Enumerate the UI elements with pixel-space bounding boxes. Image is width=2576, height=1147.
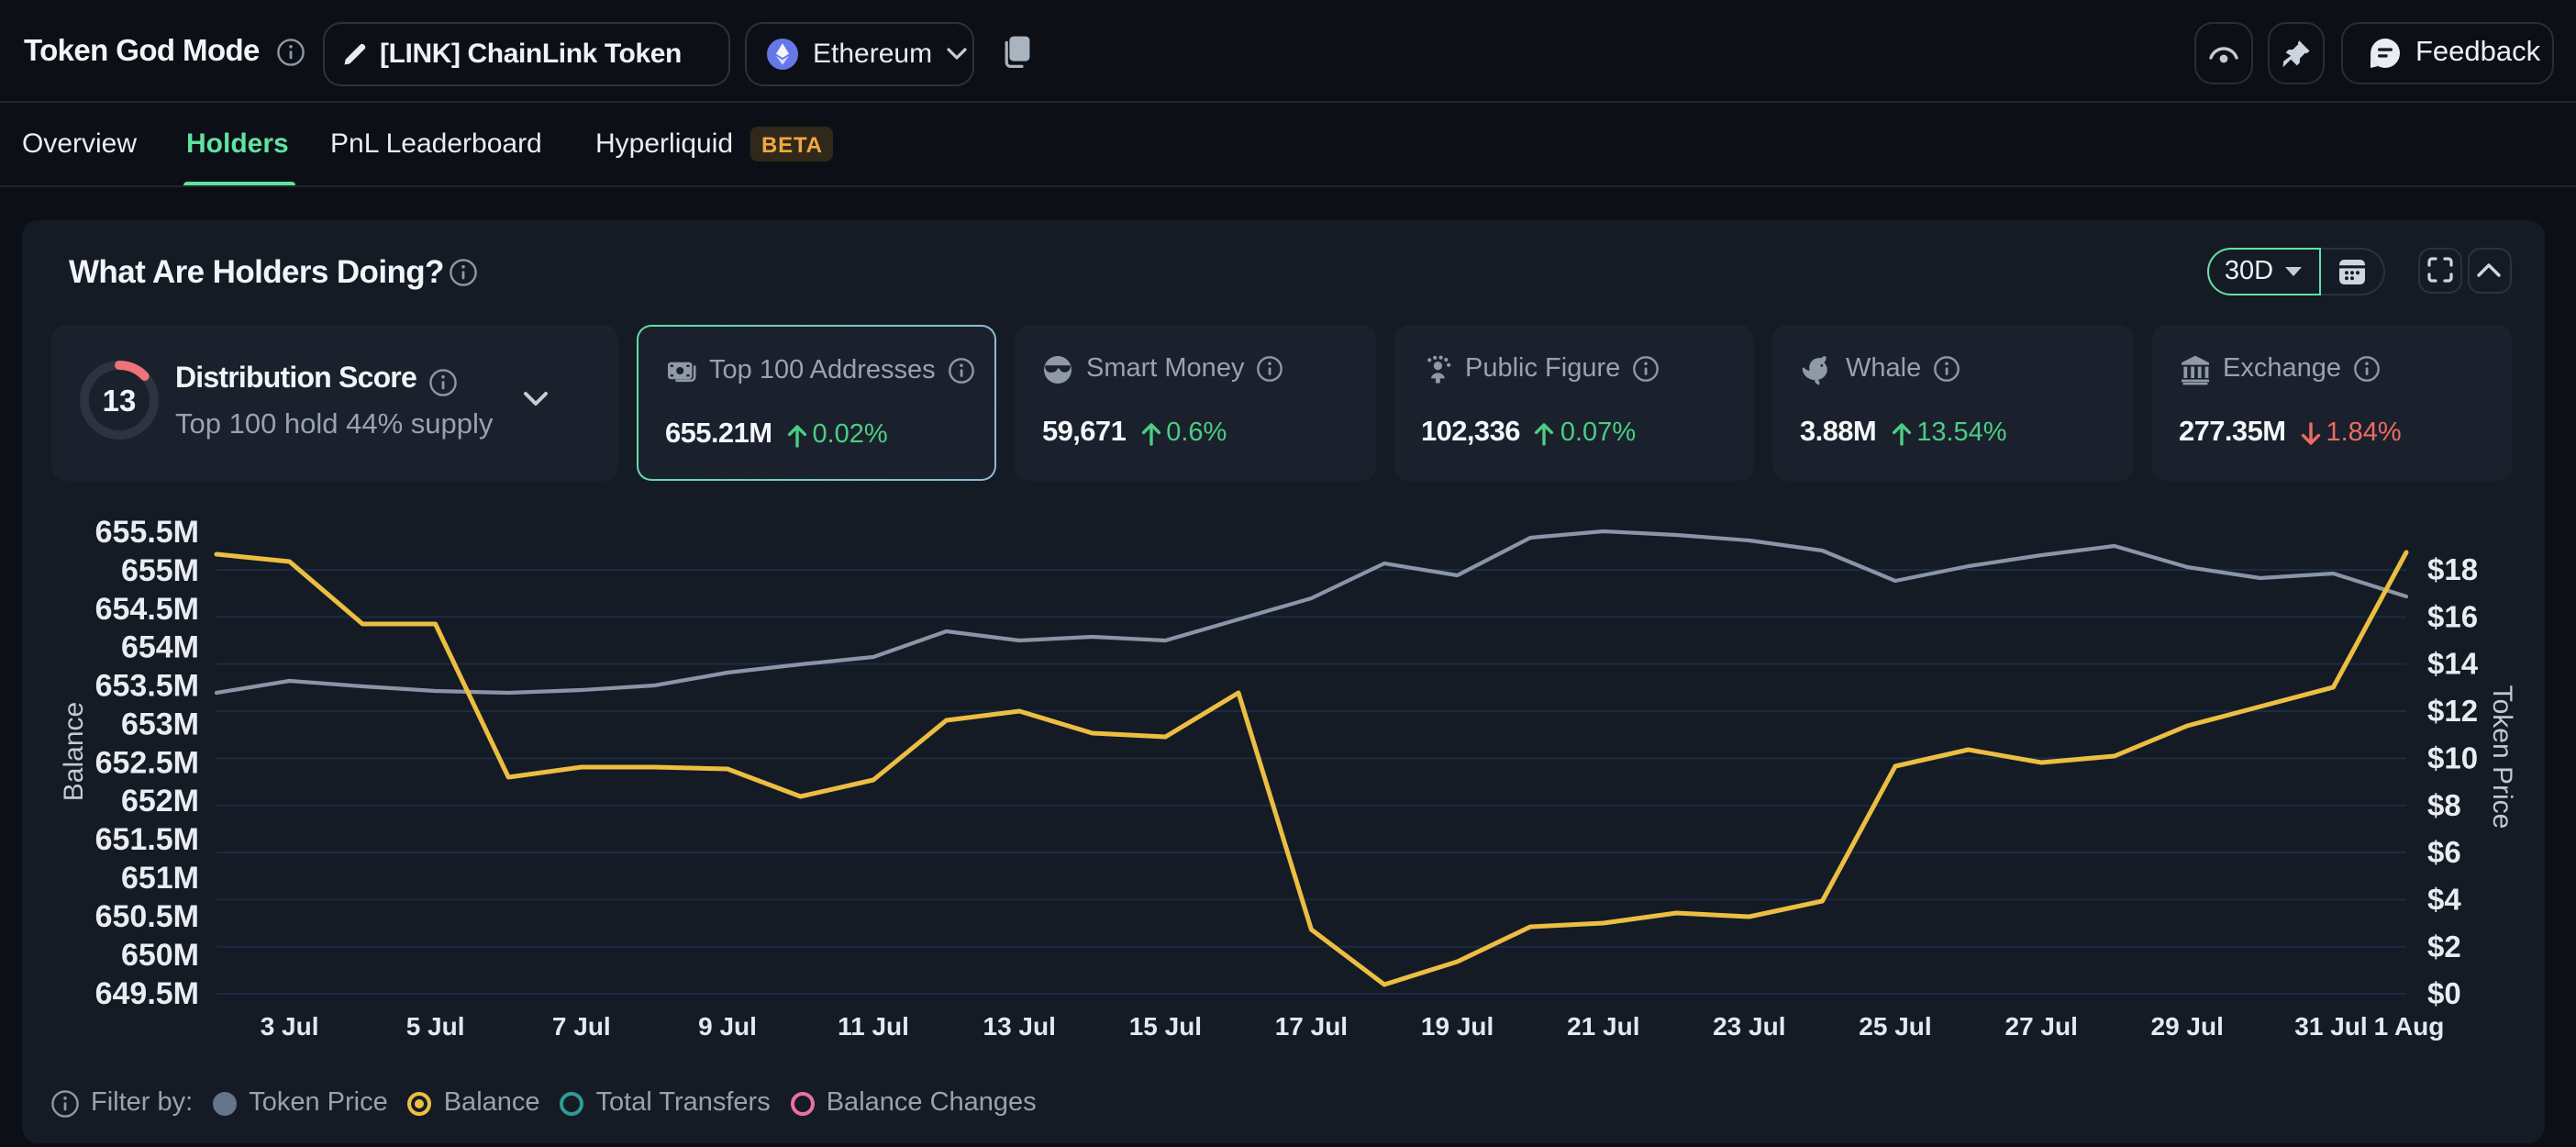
svg-text:$8: $8 (2426, 788, 2460, 822)
svg-text:649.5M: 649.5M (94, 976, 198, 1011)
svg-text:13: 13 (102, 384, 136, 418)
svg-text:652M: 652M (120, 784, 198, 818)
svg-text:17 Jul: 17 Jul (1274, 1012, 1347, 1041)
svg-text:1 Aug: 1 Aug (2373, 1012, 2444, 1041)
svg-text:19 Jul: 19 Jul (1420, 1012, 1493, 1041)
svg-text:25 Jul: 25 Jul (1858, 1012, 1930, 1041)
svg-text:$12: $12 (2426, 694, 2477, 728)
svg-text:7 Jul: 7 Jul (551, 1012, 610, 1041)
svg-text:27 Jul: 27 Jul (2004, 1012, 2077, 1041)
svg-text:654.5M: 654.5M (94, 592, 198, 627)
svg-text:652.5M: 652.5M (94, 745, 198, 780)
svg-text:9 Jul: 9 Jul (697, 1012, 756, 1041)
svg-text:655.5M: 655.5M (94, 515, 198, 550)
svg-text:$0: $0 (2426, 976, 2460, 1010)
svg-text:21 Jul: 21 Jul (1566, 1012, 1638, 1041)
svg-text:653.5M: 653.5M (94, 669, 198, 704)
svg-text:$6: $6 (2426, 835, 2460, 869)
svg-text:$2: $2 (2426, 930, 2460, 963)
svg-text:653M: 653M (120, 707, 198, 741)
svg-text:$14: $14 (2426, 647, 2478, 681)
svg-text:654M: 654M (120, 630, 198, 665)
svg-text:Token Price: Token Price (2486, 685, 2516, 830)
svg-text:651M: 651M (120, 861, 198, 896)
svg-text:$16: $16 (2426, 599, 2477, 633)
svg-text:31 Jul: 31 Jul (2293, 1012, 2366, 1041)
svg-text:650M: 650M (120, 938, 198, 973)
svg-text:655M: 655M (120, 553, 198, 588)
svg-text:5 Jul: 5 Jul (405, 1012, 464, 1041)
svg-text:15 Jul: 15 Jul (1128, 1012, 1201, 1041)
svg-text:3 Jul: 3 Jul (260, 1012, 318, 1041)
svg-text:$4: $4 (2426, 882, 2460, 916)
svg-text:Balance: Balance (58, 702, 88, 801)
svg-text:650.5M: 650.5M (94, 899, 198, 934)
svg-text:$10: $10 (2426, 741, 2477, 774)
svg-text:651.5M: 651.5M (94, 822, 198, 857)
svg-text:23 Jul: 23 Jul (1712, 1012, 1784, 1041)
svg-text:$18: $18 (2426, 552, 2477, 586)
svg-text:11 Jul: 11 Jul (837, 1012, 908, 1041)
svg-text:13 Jul: 13 Jul (983, 1012, 1055, 1041)
svg-text:29 Jul: 29 Jul (2150, 1012, 2223, 1041)
